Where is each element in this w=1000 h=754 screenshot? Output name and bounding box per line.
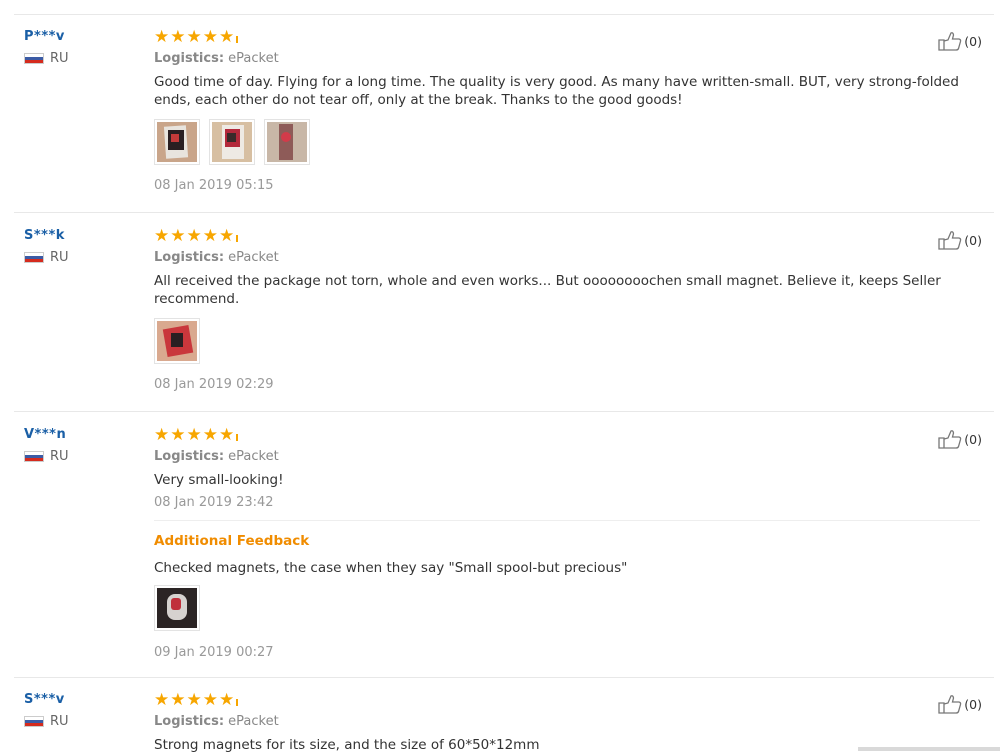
additional-feedback-date: 09 Jan 2019 00:27: [154, 645, 274, 660]
star-icon: ★: [219, 690, 235, 710]
logistics-info: Logistics: ePacket: [154, 449, 984, 464]
logistics-label: Logistics:: [154, 714, 225, 729]
logistics-value: ePacket: [228, 51, 279, 66]
star-icon: ★: [202, 690, 218, 710]
star-icon: ★: [186, 27, 202, 47]
review-photos: [154, 318, 984, 364]
star-icon: ★: [170, 27, 186, 47]
star-icon: ★: [186, 425, 202, 445]
review-date: 08 Jan 2019 23:42: [154, 495, 274, 510]
review-divider: [14, 212, 994, 213]
review-photo-thumbnail[interactable]: [209, 119, 255, 165]
like-button[interactable]: (0): [938, 31, 982, 51]
star-icon: ★: [170, 425, 186, 445]
review-text: Very small-looking!: [154, 472, 284, 488]
star-icon: ★: [186, 226, 202, 246]
review-photo-thumbnail[interactable]: [154, 119, 200, 165]
star-icon: ★: [154, 226, 170, 246]
logistics-info: Logistics: ePacket: [154, 51, 984, 66]
star-icon: ★: [219, 27, 235, 47]
review-text: Good time of day. Flying for a long time…: [154, 74, 959, 108]
review-content: ★ ★ ★ ★ ★ Logistics: ePacket Very small-look…: [154, 427, 984, 660]
reviewer-country: RU: [24, 51, 69, 66]
review-divider: [14, 14, 994, 15]
review-photo-thumbnail[interactable]: [264, 119, 310, 165]
additional-feedback-title: Additional Feedback: [154, 533, 310, 549]
russia-flag-icon: [24, 716, 44, 727]
logistics-info: Logistics: ePacket: [154, 250, 984, 265]
reviewer-country: RU: [24, 250, 69, 265]
additional-feedback-divider: [154, 520, 980, 521]
star-icon: ★: [219, 425, 235, 445]
logistics-label: Logistics:: [154, 51, 225, 66]
logistics-value: ePacket: [228, 449, 279, 464]
star-icon: ★: [154, 425, 170, 445]
horizontal-scrollbar[interactable]: [858, 747, 1000, 751]
logistics-label: Logistics:: [154, 449, 225, 464]
review-photos: [154, 119, 984, 165]
review-photo-thumbnail[interactable]: [154, 585, 200, 631]
like-count: (0): [964, 232, 982, 248]
reviewer-name: V***n: [24, 427, 67, 442]
russia-flag-icon: [24, 451, 44, 462]
review-content: ★ ★ ★ ★ ★ Logistics: ePacket Strong magnets …: [154, 692, 984, 754]
logistics-value: ePacket: [228, 250, 279, 265]
like-button[interactable]: (0): [938, 429, 982, 449]
logistics-info: Logistics: ePacket: [154, 714, 984, 729]
star-icon: ★: [202, 425, 218, 445]
star-rating: ★ ★ ★ ★ ★: [154, 27, 984, 47]
star-rating: ★ ★ ★ ★ ★: [154, 226, 984, 246]
reviewer-name: S***k: [24, 228, 65, 243]
thumbs-up-icon: [938, 231, 962, 250]
star-icon: ★: [202, 226, 218, 246]
review-date: 08 Jan 2019 05:15: [154, 178, 274, 193]
like-count: (0): [964, 33, 982, 49]
russia-flag-icon: [24, 252, 44, 263]
russia-flag-icon: [24, 53, 44, 64]
thumbs-up-icon: [938, 32, 962, 51]
additional-feedback-photos: [154, 585, 984, 631]
review-divider: [14, 677, 994, 678]
like-count: (0): [964, 431, 982, 447]
like-button[interactable]: (0): [938, 694, 982, 714]
review-text: All received the package not torn, whole…: [154, 273, 941, 307]
thumbs-up-icon: [938, 430, 962, 449]
reviewer-name: P***v: [24, 29, 65, 44]
star-icon: ★: [170, 690, 186, 710]
star-icon: ★: [186, 690, 202, 710]
like-count: (0): [964, 696, 982, 712]
logistics-label: Logistics:: [154, 250, 225, 265]
star-icon: ★: [170, 226, 186, 246]
star-icon: ★: [154, 27, 170, 47]
star-rating: ★ ★ ★ ★ ★: [154, 425, 984, 445]
reviewer-country: RU: [24, 714, 69, 729]
review-text: Strong magnets for its size, and the siz…: [154, 737, 540, 753]
country-code: RU: [50, 250, 69, 265]
additional-feedback-text: Checked magnets, the case when they say …: [154, 560, 628, 576]
star-icon: ★: [219, 226, 235, 246]
reviewer-name: S***v: [24, 692, 65, 707]
thumbs-up-icon: [938, 695, 962, 714]
review-photo-thumbnail[interactable]: [154, 318, 200, 364]
country-code: RU: [50, 51, 69, 66]
review-divider: [14, 411, 994, 412]
country-code: RU: [50, 714, 69, 729]
logistics-value: ePacket: [228, 714, 279, 729]
review-content: ★ ★ ★ ★ ★ Logistics: ePacket Good time of da…: [154, 29, 984, 193]
reviewer-country: RU: [24, 449, 69, 464]
review-date: 08 Jan 2019 02:29: [154, 377, 274, 392]
star-rating: ★ ★ ★ ★ ★: [154, 690, 984, 710]
star-icon: ★: [202, 27, 218, 47]
star-icon: ★: [154, 690, 170, 710]
country-code: RU: [50, 449, 69, 464]
review-content: ★ ★ ★ ★ ★ Logistics: ePacket All received th…: [154, 228, 984, 392]
like-button[interactable]: (0): [938, 230, 982, 250]
